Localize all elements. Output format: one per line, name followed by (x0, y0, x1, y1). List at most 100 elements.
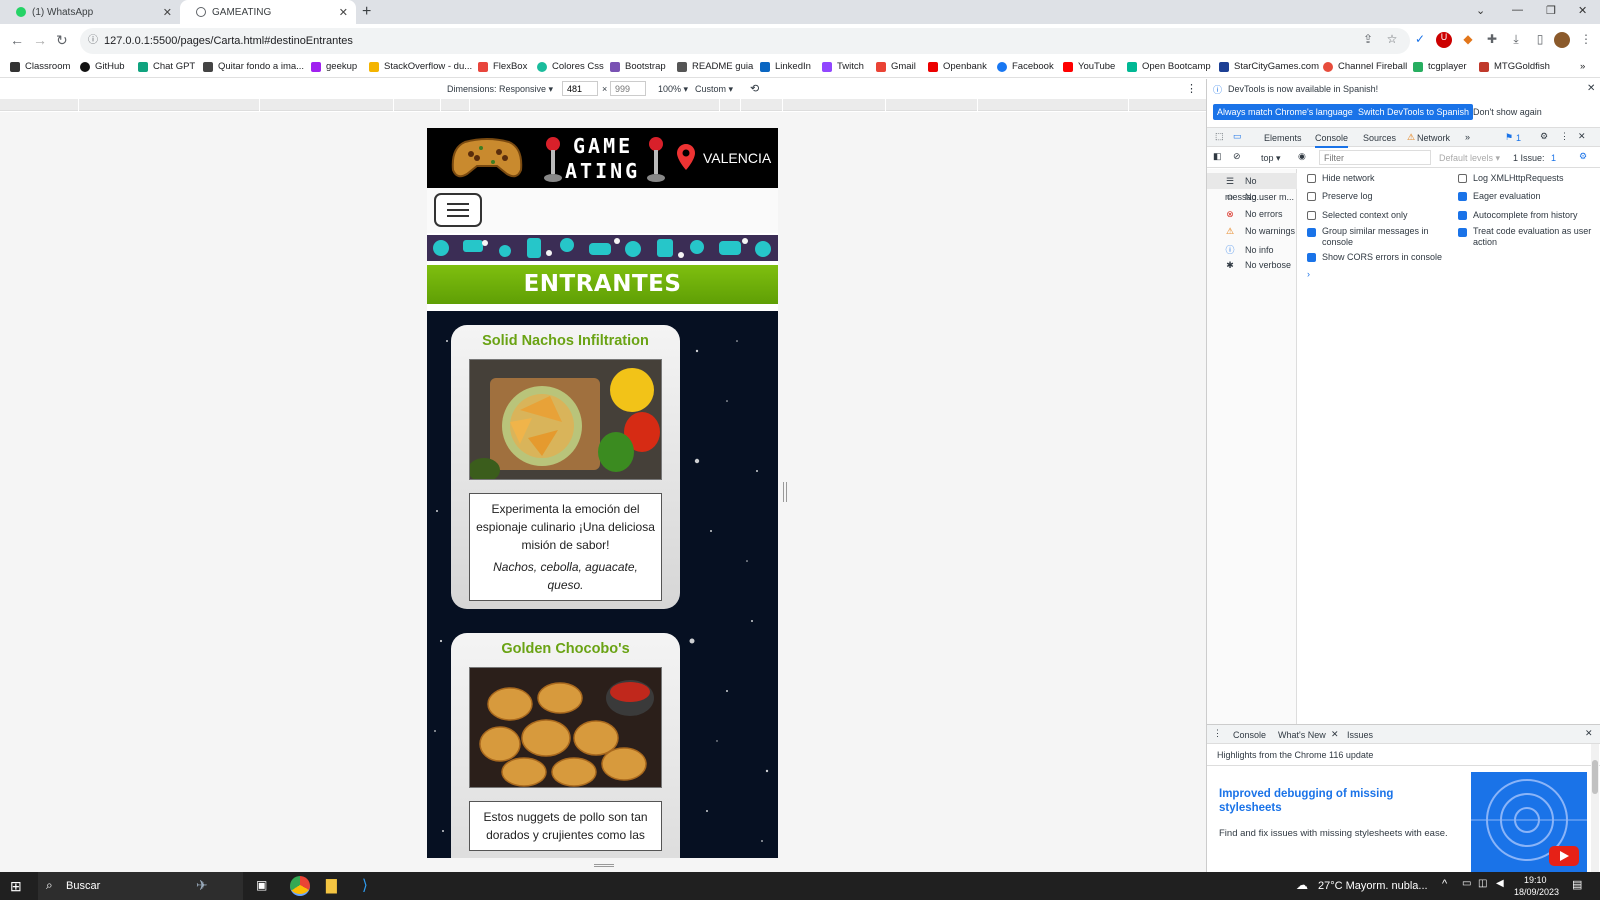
sidebar-toggle-icon[interactable]: ◧ (1213, 151, 1222, 162)
bookmark[interactable]: Twitch (822, 61, 864, 72)
zoom-select[interactable]: 100% ▾ (658, 84, 688, 95)
more-tabs-icon[interactable]: » (1465, 132, 1470, 142)
hamburger-menu-button[interactable] (434, 193, 482, 227)
autocomplete-option[interactable]: Autocomplete from history (1458, 210, 1578, 221)
eager-eval-option[interactable]: Eager evaluation (1458, 191, 1541, 202)
download-icon[interactable]: ⤓ (1508, 32, 1524, 48)
address-bar[interactable]: ⓘ 127.0.0.1:5500/pages/Carta.html#destin… (80, 28, 1410, 54)
tab-gameating[interactable]: GAMEATING ✕ (180, 0, 356, 24)
share-icon[interactable]: ⇪ (1360, 32, 1376, 48)
throttle-select[interactable]: Custom ▾ (695, 84, 733, 95)
viewport-resize-handle[interactable] (783, 482, 787, 502)
whats-new-link[interactable]: Improved debugging of missing stylesheet… (1219, 787, 1459, 815)
more-options-icon[interactable]: ⋮ (1560, 131, 1569, 142)
minimize-icon[interactable]: — (1512, 4, 1523, 16)
ublock-icon[interactable]: U (1436, 32, 1452, 48)
tab-elements[interactable]: Elements (1264, 133, 1302, 143)
tray-chevron-icon[interactable]: ^ (1442, 878, 1447, 890)
task-view-icon[interactable]: ▣ (256, 878, 267, 892)
inspect-icon[interactable]: ⬚ (1215, 131, 1224, 142)
clear-console-icon[interactable]: ⊘ (1233, 151, 1241, 162)
chrome-icon[interactable] (290, 876, 310, 896)
drawer-menu-icon[interactable]: ⋮ (1213, 728, 1222, 739)
filter-input[interactable] (1319, 150, 1431, 165)
height-input[interactable] (610, 81, 646, 96)
bookmark[interactable]: Quitar fondo a ima... (203, 61, 304, 72)
back-icon[interactable]: ← (10, 32, 24, 48)
reload-icon[interactable]: ↻ (56, 32, 68, 49)
log-xhr-option[interactable]: Log XMLHttpRequests (1458, 173, 1564, 184)
video-thumbnail[interactable] (1471, 772, 1587, 872)
close-icon[interactable]: ✕ (163, 6, 172, 19)
switch-spanish-button[interactable]: Switch DevTools to Spanish (1354, 104, 1474, 120)
taskbar-search[interactable]: ⌕ Buscar ✈ (38, 872, 243, 900)
bookmark[interactable]: Bootstrap (610, 61, 666, 72)
bookmark[interactable]: YouTube (1063, 61, 1115, 72)
close-window-icon[interactable]: ✕ (1578, 4, 1587, 17)
puzzle-icon[interactable]: ✚ (1484, 32, 1500, 48)
drawer-scrollbar[interactable] (1591, 744, 1599, 872)
bookmark[interactable]: Chat GPT (138, 61, 195, 72)
menu-icon[interactable]: ⋮ (1578, 32, 1594, 48)
issues-badge-count[interactable]: 1 (1516, 133, 1521, 143)
windows-start-icon[interactable]: ⊞ (10, 878, 22, 895)
extension-icon[interactable]: ✓ (1412, 32, 1428, 48)
settings-icon[interactable]: ⚙ (1540, 131, 1548, 142)
issues-badge-icon[interactable]: ⚑ (1505, 132, 1513, 143)
drawer-tab-issues[interactable]: Issues (1347, 730, 1373, 740)
bookmark[interactable]: Open Bootcamp (1127, 61, 1211, 72)
forward-icon[interactable]: → (33, 32, 47, 48)
metamask-icon[interactable]: ◆ (1460, 32, 1476, 48)
clock-date[interactable]: 18/09/2023 (1514, 887, 1559, 897)
dont-show-button[interactable]: Don't show again (1469, 104, 1546, 120)
bookmark[interactable]: geekup (311, 61, 357, 72)
tab-console[interactable]: Console (1315, 133, 1349, 148)
tab-network[interactable]: Network (1417, 133, 1450, 143)
drawer-tab-whats-new[interactable]: What's New (1278, 730, 1326, 740)
tab-search-icon[interactable]: ⌄ (1476, 4, 1485, 17)
context-select[interactable]: top ▾ (1261, 153, 1281, 164)
viewport-bottom-handle[interactable] (594, 864, 614, 867)
close-drawer-icon[interactable]: ✕ (1585, 728, 1593, 739)
device-mode-icon[interactable]: ▭ (1233, 131, 1242, 142)
sidebar-item-messages[interactable]: ☰ No messag... (1207, 173, 1297, 202)
bookmark[interactable]: Openbank (928, 61, 987, 72)
file-explorer-icon[interactable]: ▇ (326, 877, 337, 894)
tab-whatsapp[interactable]: (1) WhatsApp ✕ (0, 0, 180, 24)
bookmark[interactable]: LinkedIn (760, 61, 811, 72)
bookmark[interactable]: FlexBox (478, 61, 527, 72)
dimensions-select[interactable]: Dimensions: Responsive ▾ (447, 84, 553, 95)
bookmark[interactable]: Gmail (876, 61, 916, 72)
bookmark[interactable]: StackOverflow - du... (369, 61, 472, 72)
preserve-log-option[interactable]: Preserve log (1307, 191, 1373, 202)
sidebar-item-errors[interactable]: ⊗ No errors (1225, 209, 1282, 220)
bookmark[interactable]: Classroom (10, 61, 70, 72)
bookmark[interactable]: GitHub (80, 61, 125, 72)
bookmark[interactable]: Colores Css (537, 61, 604, 72)
restore-icon[interactable]: ❐ (1546, 4, 1556, 17)
selected-context-option[interactable]: Selected context only (1307, 210, 1408, 221)
match-language-button[interactable]: Always match Chrome's language (1213, 104, 1357, 120)
battery-icon[interactable]: ▭ (1462, 878, 1471, 889)
volume-icon[interactable]: ◀ (1496, 878, 1504, 889)
bookmark[interactable]: tcgplayer (1413, 61, 1467, 72)
vscode-icon[interactable]: ⟩ (362, 876, 368, 894)
more-options-icon[interactable]: ⋮ (1186, 82, 1197, 95)
console-prompt-icon[interactable]: › (1307, 269, 1310, 280)
sidebar-item-info[interactable]: ⓘ No info (1225, 243, 1273, 256)
weather-text[interactable]: 27°C Mayorm. nubla... (1318, 880, 1428, 892)
close-icon[interactable]: ✕ (1578, 131, 1586, 142)
close-icon[interactable]: ✕ (1587, 83, 1595, 94)
cors-errors-option[interactable]: Show CORS errors in console (1307, 252, 1442, 263)
width-input[interactable] (562, 81, 598, 96)
issues-label[interactable]: 1 Issue: (1513, 153, 1545, 163)
tab-sources[interactable]: Sources (1363, 133, 1396, 143)
new-tab-button[interactable]: + (362, 3, 371, 21)
rotate-icon[interactable]: ⟲ (750, 82, 759, 95)
clock-time[interactable]: 19:10 (1524, 875, 1547, 885)
bookmark[interactable]: MTGGoldfish (1479, 61, 1550, 72)
sidebar-item-warnings[interactable]: ⚠ No warnings (1225, 226, 1295, 237)
levels-select[interactable]: Default levels ▾ (1439, 153, 1500, 164)
sidepanel-icon[interactable]: ▯ (1532, 32, 1548, 48)
issues-num[interactable]: 1 (1551, 153, 1556, 163)
